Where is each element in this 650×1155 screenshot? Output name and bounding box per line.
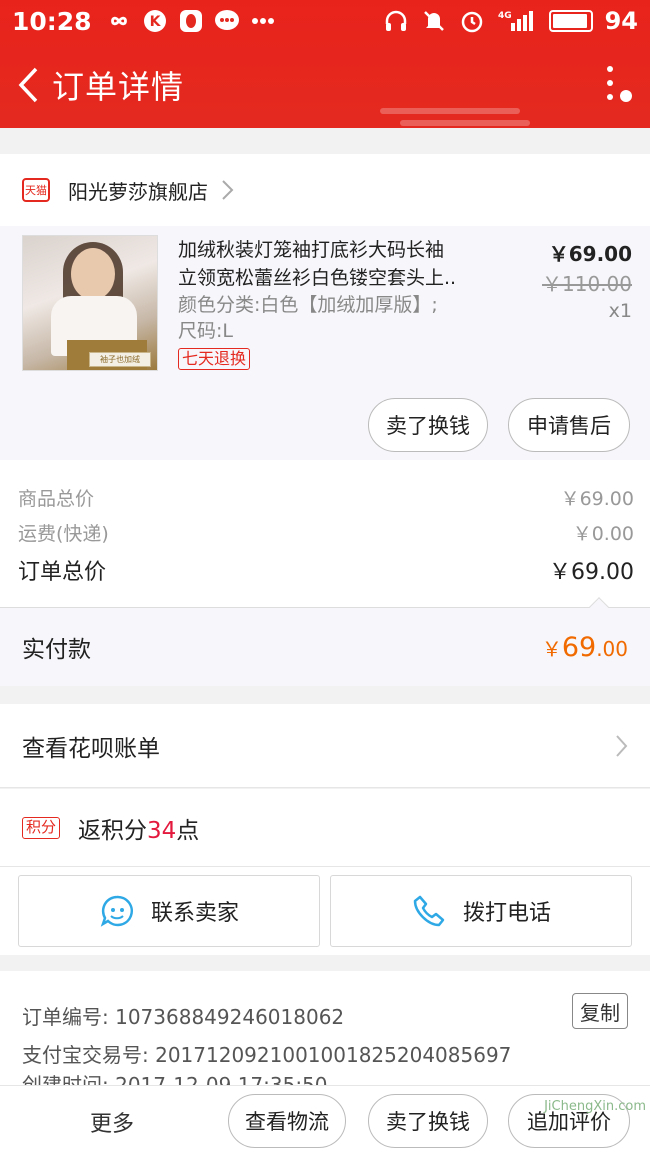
qq-icon [178, 8, 204, 34]
seven-day-return-badge: 七天退换 [178, 348, 251, 370]
product-price: ￥69.00 [548, 242, 632, 266]
mute-icon [421, 8, 447, 34]
order-info: 订单编号: 107368849246018062 复制 支付宝交易号: 2017… [0, 971, 650, 1091]
back-button[interactable] [6, 42, 50, 128]
order-totals: 商品总价 ￥69.00 运费(快递) ￥0.00 订单总价 ￥69.00 [0, 460, 650, 608]
shop-name: 阳光萝莎旗舰店 [68, 179, 208, 204]
goods-total-row: 商品总价 ￥69.00 [18, 488, 634, 510]
bottom-action-bar: 更多 查看物流 卖了换钱 追加评价 JiChengXin.com [0, 1085, 650, 1155]
signal-4g-icon: 4G [497, 8, 537, 34]
headset-icon [383, 8, 409, 34]
order-total-row: 订单总价 ￥69.00 [18, 560, 634, 585]
product-sku: 颜色分类:白色【加绒加厚版】; 尺码:L [178, 294, 438, 342]
contact-row: 联系卖家 拨打电话 [0, 867, 650, 955]
battery-level: 94 [604, 7, 638, 35]
amount-paid-label: 实付款 [22, 637, 91, 663]
status-bar: 10:28 K 4G 94 [0, 0, 650, 42]
k-icon: K [142, 8, 168, 34]
tmall-badge: 天猫 [22, 178, 50, 202]
decorative-cloud-icon [380, 108, 530, 126]
more-menu-button[interactable] [600, 66, 620, 100]
more-actions-button[interactable]: 更多 [90, 1106, 134, 1138]
battery-icon [548, 10, 593, 32]
notification-dot [620, 90, 632, 102]
page-title: 订单详情 [52, 68, 185, 106]
app-header: 10:28 K 4G 94 订单详情 [0, 0, 650, 128]
huabei-bill-row[interactable]: 查看花呗账单 [0, 704, 650, 788]
sell-for-cash-button-bottom[interactable]: 卖了换钱 [368, 1094, 488, 1148]
shipping-row: 运费(快递) ￥0.00 [18, 523, 634, 545]
sell-for-cash-button[interactable]: 卖了换钱 [368, 398, 488, 452]
alarm-icon [459, 8, 485, 34]
order-number: 订单编号: 107368849246018062 [22, 1005, 345, 1029]
svg-text:4G: 4G [498, 11, 512, 21]
chevron-right-icon [616, 734, 628, 757]
chat-bubble-icon [100, 895, 133, 927]
amount-paid-row: 实付款 ￥ 69 .00 [0, 597, 650, 686]
watermark: JiChengXin.com [544, 1099, 646, 1114]
chevron-right-icon [222, 180, 234, 200]
product-thumbnail[interactable]: 袖子也加绒 [22, 235, 158, 371]
phone-icon [413, 895, 445, 927]
huabei-bill-label: 查看花呗账单 [22, 735, 160, 762]
chat-icon [214, 8, 240, 34]
status-time: 10:28 [12, 6, 92, 36]
order-item[interactable]: 袖子也加绒 加绒秋装灯笼袖打底衫大码长袖 立领宽松蕾丝衫白色镂空套头上.. 颜色… [0, 226, 650, 460]
call-phone-button[interactable]: 拨打电话 [330, 875, 632, 947]
points-text: 返积分 34 点 [78, 817, 200, 844]
product-original-price: ￥110.00 [542, 272, 632, 296]
after-sales-button[interactable]: 申请售后 [508, 398, 630, 452]
points-row: 积分 返积分 34 点 [0, 789, 650, 867]
status-right-icons: 4G 94 [383, 7, 638, 35]
contact-seller-button[interactable]: 联系卖家 [18, 875, 320, 947]
svg-text:K: K [149, 14, 161, 30]
view-logistics-button[interactable]: 查看物流 [228, 1094, 346, 1148]
more-icon [250, 8, 276, 34]
thumbnail-tag: 袖子也加绒 [89, 352, 151, 367]
status-left-icons: K [106, 8, 276, 34]
points-badge: 积分 [22, 816, 61, 839]
nav-bar: 订单详情 [0, 42, 650, 128]
alipay-number: 支付宝交易号: 2017120921001001825204085697 [22, 1043, 512, 1067]
product-quantity: x1 [608, 300, 632, 322]
amount-paid-value: ￥ 69 .00 [541, 631, 628, 663]
shop-row[interactable]: 天猫 阳光萝莎旗舰店 [0, 154, 650, 226]
infinity-icon [106, 8, 132, 34]
chevron-left-icon [18, 67, 38, 103]
product-title: 加绒秋装灯笼袖打底衫大码长袖 立领宽松蕾丝衫白色镂空套头上.. [178, 239, 457, 289]
copy-button[interactable]: 复制 [572, 993, 628, 1029]
